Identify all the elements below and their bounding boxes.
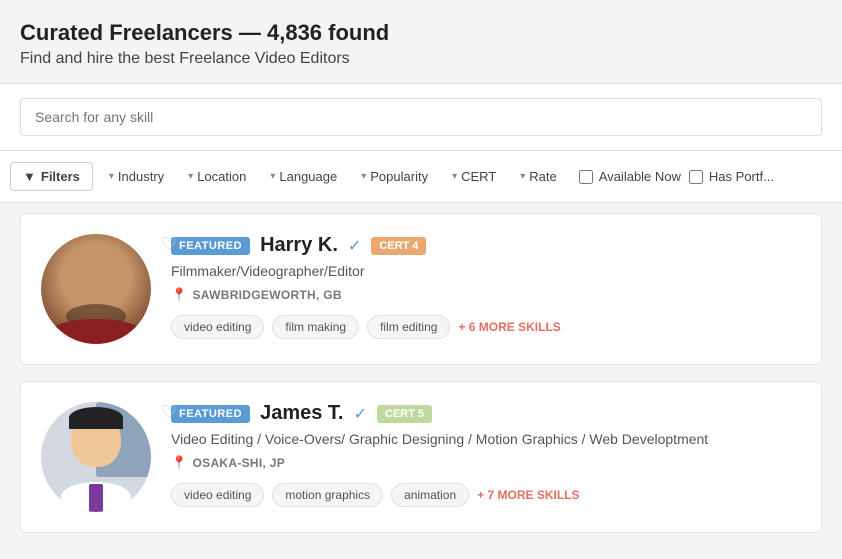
page-subtitle: Find and hire the best Freelance Video E… [20, 50, 822, 68]
filters-label: Filters [41, 169, 80, 184]
language-label: Language [279, 169, 337, 184]
james-hair [69, 407, 123, 429]
avatar-harry [41, 234, 151, 344]
more-skills-harry[interactable]: + 6 MORE SKILLS [458, 320, 560, 334]
card-body-harry: FEATURED Harry K. ✓ CERT 4 Filmmaker/Vid… [171, 234, 801, 339]
harry-title: Filmmaker/Videographer/Editor [171, 263, 801, 279]
results-area: ♡ FEATURED Harry K. ✓ CERT 4 Filmmaker/V… [0, 203, 842, 559]
popularity-label: Popularity [370, 169, 428, 184]
harry-shirt [51, 319, 141, 344]
available-now-checkbox[interactable] [579, 170, 593, 184]
chevron-down-icon: ▾ [361, 171, 366, 182]
filters-button[interactable]: ▼ Filters [10, 162, 93, 191]
cert-label: CERT [461, 169, 496, 184]
cert-badge-harry: CERT 4 [371, 237, 426, 255]
avatar-wrap-james: ♡ [41, 402, 151, 512]
has-portfolio-checkbox[interactable] [689, 170, 703, 184]
james-name: James T. [260, 402, 343, 425]
favorite-icon-harry[interactable]: ♡ [161, 234, 177, 255]
harry-face [41, 234, 151, 344]
skill-tag: video editing [171, 315, 264, 339]
chevron-down-icon: ▾ [109, 171, 114, 182]
card-header-harry: FEATURED Harry K. ✓ CERT 4 [171, 234, 801, 257]
harry-name: Harry K. [260, 234, 338, 257]
skill-tag: motion graphics [272, 483, 383, 507]
featured-badge-harry: FEATURED [171, 237, 250, 255]
chevron-down-icon: ▾ [188, 171, 193, 182]
skill-tag: video editing [171, 483, 264, 507]
funnel-icon: ▼ [23, 169, 36, 184]
filters-bar: ▼ Filters ▾ Industry ▾ Location ▾ Langua… [0, 151, 842, 203]
freelancer-card-harry: ♡ FEATURED Harry K. ✓ CERT 4 Filmmaker/V… [20, 213, 822, 365]
cert-filter[interactable]: ▾ CERT [442, 163, 506, 190]
james-location: OSAKA-SHI, JP [193, 456, 286, 470]
skill-tag: film making [272, 315, 359, 339]
james-tie [89, 484, 103, 512]
skill-tag: animation [391, 483, 469, 507]
chevron-down-icon: ▾ [452, 171, 457, 182]
page-title: Curated Freelancers — 4,836 found [20, 20, 822, 46]
has-portfolio-label: Has Portf... [709, 169, 774, 184]
industry-label: Industry [118, 169, 164, 184]
verified-icon-james: ✓ [353, 404, 366, 424]
location-label: Location [197, 169, 246, 184]
rate-label: Rate [529, 169, 556, 184]
location-pin-icon-harry: 📍 [171, 287, 188, 303]
harry-skills-row: video editing film making film editing +… [171, 315, 801, 339]
language-filter[interactable]: ▾ Language [260, 163, 347, 190]
freelancer-card-james: ♡ FEATURED James T. ✓ CERT 5 Video Editi… [20, 381, 822, 533]
harry-location-row: 📍 SAWBRIDGEWORTH, GB [171, 287, 801, 303]
featured-badge-james: FEATURED [171, 405, 250, 423]
search-section [0, 83, 842, 151]
cert-badge-james: CERT 5 [377, 405, 432, 423]
available-now-label: Available Now [599, 169, 681, 184]
verified-icon-harry: ✓ [348, 236, 361, 256]
search-input[interactable] [20, 98, 822, 136]
harry-location: SAWBRIDGEWORTH, GB [193, 288, 342, 302]
avatar-james [41, 402, 151, 512]
more-skills-james[interactable]: + 7 MORE SKILLS [477, 488, 579, 502]
industry-filter[interactable]: ▾ Industry [99, 163, 174, 190]
chevron-down-icon: ▾ [270, 171, 275, 182]
skill-tag: film editing [367, 315, 450, 339]
james-face [41, 402, 151, 512]
location-pin-icon-james: 📍 [171, 455, 188, 471]
james-title: Video Editing / Voice-Overs/ Graphic Des… [171, 431, 801, 447]
location-filter[interactable]: ▾ Location [178, 163, 256, 190]
card-header-james: FEATURED James T. ✓ CERT 5 [171, 402, 801, 425]
popularity-filter[interactable]: ▾ Popularity [351, 163, 438, 190]
avatar-wrap-harry: ♡ [41, 234, 151, 344]
available-now-filter[interactable]: Available Now [579, 169, 681, 184]
james-location-row: 📍 OSAKA-SHI, JP [171, 455, 801, 471]
has-portfolio-filter[interactable]: Has Portf... [689, 169, 774, 184]
chevron-down-icon: ▾ [520, 171, 525, 182]
card-body-james: FEATURED James T. ✓ CERT 5 Video Editing… [171, 402, 801, 507]
james-skills-row: video editing motion graphics animation … [171, 483, 801, 507]
rate-filter[interactable]: ▾ Rate [510, 163, 567, 190]
header-section: Curated Freelancers — 4,836 found Find a… [0, 0, 842, 83]
favorite-icon-james[interactable]: ♡ [161, 402, 177, 423]
